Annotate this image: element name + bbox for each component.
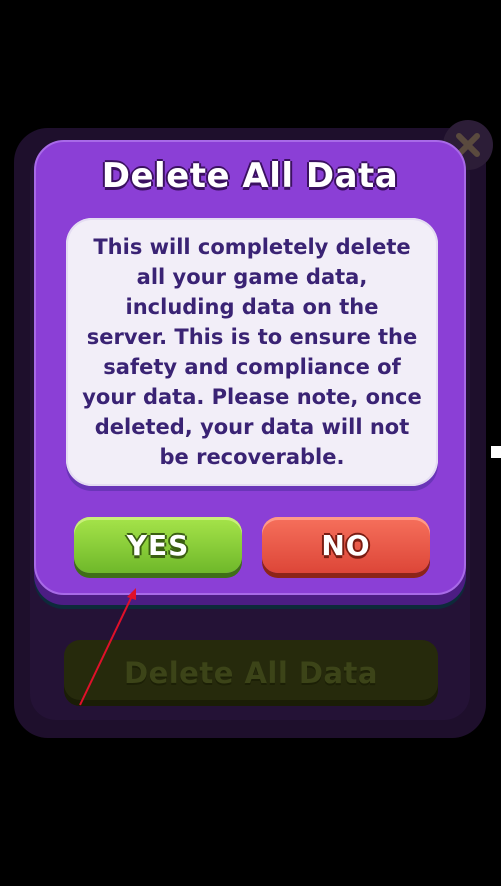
delete-confirm-dialog: Delete All Data This will completely del…: [34, 140, 466, 595]
edge-mark: [491, 446, 501, 458]
yes-button-label: YES: [126, 528, 190, 562]
no-button-label: NO: [321, 528, 371, 562]
message-box: This will completely delete all your gam…: [66, 218, 438, 486]
delete-all-data-button: Delete All Data: [64, 640, 438, 706]
delete-all-data-label: Delete All Data: [124, 656, 378, 690]
dialog-message: This will completely delete all your gam…: [82, 235, 422, 469]
no-button[interactable]: NO: [262, 517, 430, 573]
yes-button[interactable]: YES: [74, 517, 242, 573]
dialog-title: Delete All Data: [101, 156, 399, 196]
game-screen: Delete All Data Delete All Data This wil…: [0, 0, 501, 886]
